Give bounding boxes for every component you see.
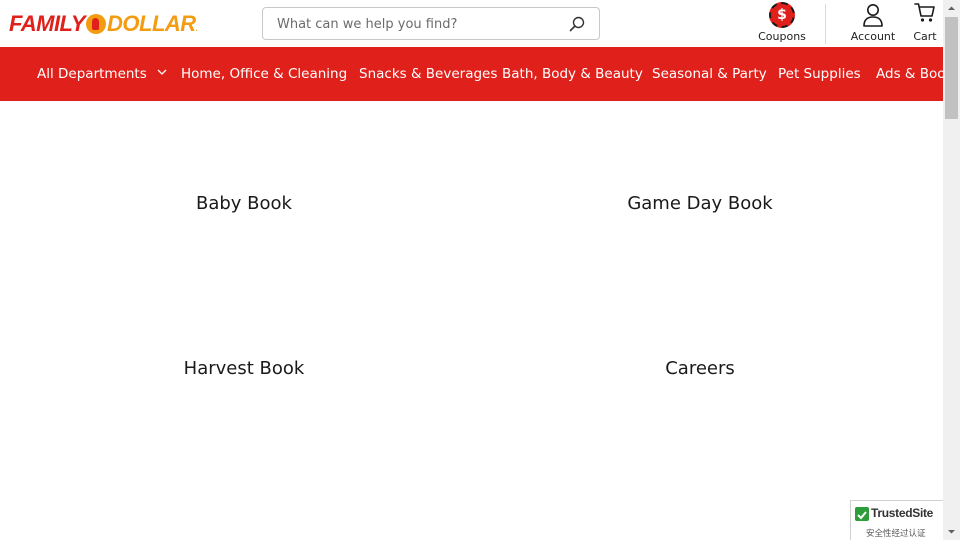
- coupons-link[interactable]: $ Coupons: [752, 0, 812, 47]
- account-label: Account: [850, 30, 896, 43]
- nav-snacks-beverages[interactable]: Snacks & Beverages: [359, 47, 497, 101]
- trustedsite-name: TrustedSite: [871, 506, 934, 520]
- nav-ads-books[interactable]: Ads & Books: [876, 47, 943, 101]
- search-icon[interactable]: [569, 16, 585, 32]
- nav-label: Seasonal & Party: [652, 66, 767, 82]
- cart-label: Cart: [913, 30, 937, 43]
- account-link[interactable]: Account: [845, 0, 901, 47]
- nav-label: Snacks & Beverages: [359, 66, 498, 82]
- scroll-down-arrow-icon[interactable]: [943, 523, 960, 540]
- nav-home-office-cleaning[interactable]: Home, Office & Cleaning: [181, 47, 347, 101]
- tile-careers[interactable]: Careers: [550, 358, 850, 379]
- trustedsite-subtitle: 安全性经过认证: [866, 529, 926, 539]
- nav-label: Bath, Body & Beauty: [502, 66, 643, 82]
- nav-seasonal-party[interactable]: Seasonal & Party: [652, 47, 767, 101]
- cart-link[interactable]: Cart: [908, 0, 942, 47]
- check-icon: [855, 507, 869, 521]
- scrollbar-thumb[interactable]: [945, 17, 958, 119]
- nav-bath-body-beauty[interactable]: Bath, Body & Beauty: [502, 47, 643, 101]
- trustedsite-badge[interactable]: TrustedSite 安全性经过认证: [850, 500, 943, 540]
- header-divider: [825, 4, 826, 44]
- tile-baby-book[interactable]: Baby Book: [94, 193, 394, 214]
- scroll-up-arrow-icon[interactable]: [943, 0, 960, 17]
- family-dollar-logo[interactable]: FAMILY DOLLAR .: [9, 11, 198, 37]
- coupon-dollar-icon: $: [769, 2, 795, 28]
- search-input[interactable]: [275, 8, 569, 41]
- coupons-label: Coupons: [758, 30, 806, 43]
- nav-pet-supplies[interactable]: Pet Supplies: [778, 47, 861, 101]
- logo-word-dollar: DOLLAR: [107, 11, 196, 36]
- chevron-down-icon: [157, 69, 167, 75]
- person-icon: [863, 4, 883, 27]
- site-header: FAMILY DOLLAR . $ Coupons Account: [0, 0, 943, 47]
- logo-mark-icon: [86, 14, 107, 34]
- nav-label: Home, Office & Cleaning: [181, 66, 348, 82]
- search-box: [262, 7, 600, 41]
- nav-all-departments[interactable]: All Departments: [37, 47, 167, 101]
- department-nav: All Departments Home, Office & Cleaning …: [0, 47, 943, 101]
- vertical-scrollbar[interactable]: [943, 0, 960, 540]
- tile-harvest-book[interactable]: Harvest Book: [94, 358, 394, 379]
- logo-word-family: FAMILY: [9, 11, 86, 36]
- page: FAMILY DOLLAR . $ Coupons Account: [0, 0, 943, 540]
- nav-label: Pet Supplies: [778, 66, 861, 82]
- cart-icon: [914, 3, 935, 22]
- nav-label: Ads & Books: [876, 66, 943, 82]
- tile-game-day-book[interactable]: Game Day Book: [550, 193, 850, 214]
- nav-label: All Departments: [37, 66, 147, 82]
- logo-dot: .: [195, 24, 198, 33]
